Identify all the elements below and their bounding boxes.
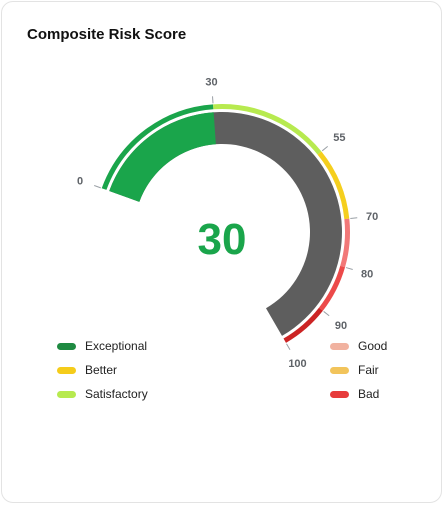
legend-swatch: [57, 390, 76, 398]
legend-swatch: [330, 342, 349, 350]
legend-label: Good: [358, 339, 388, 353]
legend-item-better: Better: [57, 358, 148, 382]
legend-label: Fair: [358, 363, 379, 377]
gauge-tick-mark: [350, 217, 358, 220]
gauge-band-3: [340, 218, 350, 268]
legend-item-fair: Fair: [330, 358, 387, 382]
legend-label: Exceptional: [85, 339, 148, 353]
legend-label: Satisfactory: [85, 387, 148, 401]
legend-item-satisfactory: Satisfactory: [57, 382, 148, 406]
legend-swatch: [57, 342, 76, 350]
legend-label: Bad: [358, 387, 380, 401]
score-value: 30: [198, 215, 247, 264]
legend-swatch: [330, 366, 349, 374]
legend-item-exceptional: Exceptional: [57, 334, 148, 358]
legend-swatch: [330, 390, 349, 398]
gauge-value-fill: [109, 112, 216, 202]
legend-item-good: Good: [330, 334, 387, 358]
gauge-tick-mark: [286, 343, 291, 351]
legend-right: Good Fair Bad: [330, 334, 387, 406]
gauge-tick-mark: [94, 185, 101, 189]
gauge-tick-label: 70: [366, 211, 378, 223]
gauge-tick-mark: [323, 311, 330, 317]
gauge-tick-label: 0: [77, 175, 83, 187]
gauge-tick-label: 30: [205, 76, 217, 88]
gauge-tick-label: 90: [335, 320, 347, 332]
gauge-tick-label: 55: [333, 132, 345, 144]
gauge-tick-mark: [345, 267, 353, 270]
gauge-tick-label: 80: [361, 269, 373, 281]
risk-gauge: 0 30 55 70 80 90 100 30: [77, 76, 378, 370]
gauge-tick-mark: [321, 146, 329, 152]
legend-left: Exceptional Better Satisfactory: [57, 334, 148, 406]
legend-swatch: [57, 366, 76, 374]
legend-label: Better: [85, 363, 118, 377]
legend-item-bad: Bad: [330, 382, 387, 406]
gauge-tick-label: 100: [288, 358, 306, 370]
